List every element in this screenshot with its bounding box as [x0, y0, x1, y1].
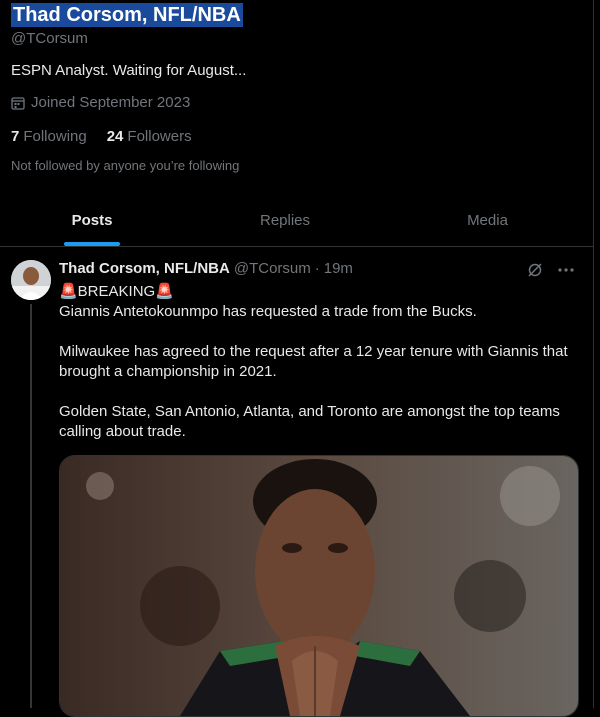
tweet-separator: ·	[314, 260, 320, 277]
followers-count: 24	[106, 128, 124, 145]
profile-tabs: Posts Replies Media	[0, 198, 593, 247]
more-icon[interactable]	[557, 262, 575, 278]
tweet-text: 🚨BREAKING🚨 Giannis Antetokounmpo has req…	[59, 282, 579, 442]
tweet-line-3: Golden State, San Antonio, Atlanta, and …	[59, 403, 560, 440]
profile-handle: @TCorsum	[11, 30, 88, 47]
tweet-line-2: Milwaukee has agreed to the request afte…	[59, 343, 568, 380]
following-label: Following	[23, 128, 87, 145]
active-tab-indicator	[64, 242, 120, 246]
tweet[interactable]: Thad Corsom, NFL/NBA @TCorsum · 19m 🚨BRE…	[0, 248, 593, 717]
grok-icon[interactable]	[527, 262, 543, 278]
tab-media-label: Media	[467, 212, 508, 229]
thread-line	[30, 304, 32, 708]
tab-media[interactable]: Media	[386, 198, 589, 246]
followers-label: Followers	[127, 128, 192, 145]
followers-link[interactable]: 24 Followers	[107, 128, 192, 145]
tweet-media-photo[interactable]	[59, 455, 579, 717]
tweet-author-name[interactable]: Thad Corsom, NFL/NBA	[59, 260, 230, 277]
tweet-author-handle[interactable]: @TCorsum	[234, 260, 311, 277]
profile-bio: ESPN Analyst. Waiting for August...	[11, 62, 247, 79]
tab-replies[interactable]: Replies	[184, 198, 386, 246]
tweet-time[interactable]: 19m	[324, 260, 353, 277]
tab-posts-label: Posts	[71, 212, 113, 229]
column-border	[593, 0, 600, 708]
not-followed-note: Not followed by anyone you’re following	[11, 158, 240, 173]
follow-stats: 7 Following 24 Followers	[11, 128, 192, 145]
avatar[interactable]	[11, 260, 51, 300]
joined-date: Joined September 2023	[11, 94, 190, 111]
tweet-actions	[527, 262, 575, 278]
following-count: 7	[11, 128, 20, 145]
calendar-icon	[11, 96, 25, 110]
tweet-line-1: Giannis Antetokounmpo has requested a tr…	[59, 303, 477, 320]
tab-posts[interactable]: Posts	[0, 198, 184, 246]
tweet-breaking: 🚨BREAKING🚨	[59, 283, 174, 300]
tab-replies-label: Replies	[259, 212, 311, 229]
player-photo	[60, 456, 578, 716]
following-link[interactable]: 7 Following	[11, 128, 87, 145]
profile-name: Thad Corsom, NFL/NBA	[11, 3, 243, 27]
joined-text: Joined September 2023	[31, 94, 191, 111]
avatar-image	[11, 260, 51, 300]
tweet-header: Thad Corsom, NFL/NBA @TCorsum · 19m	[59, 260, 353, 277]
